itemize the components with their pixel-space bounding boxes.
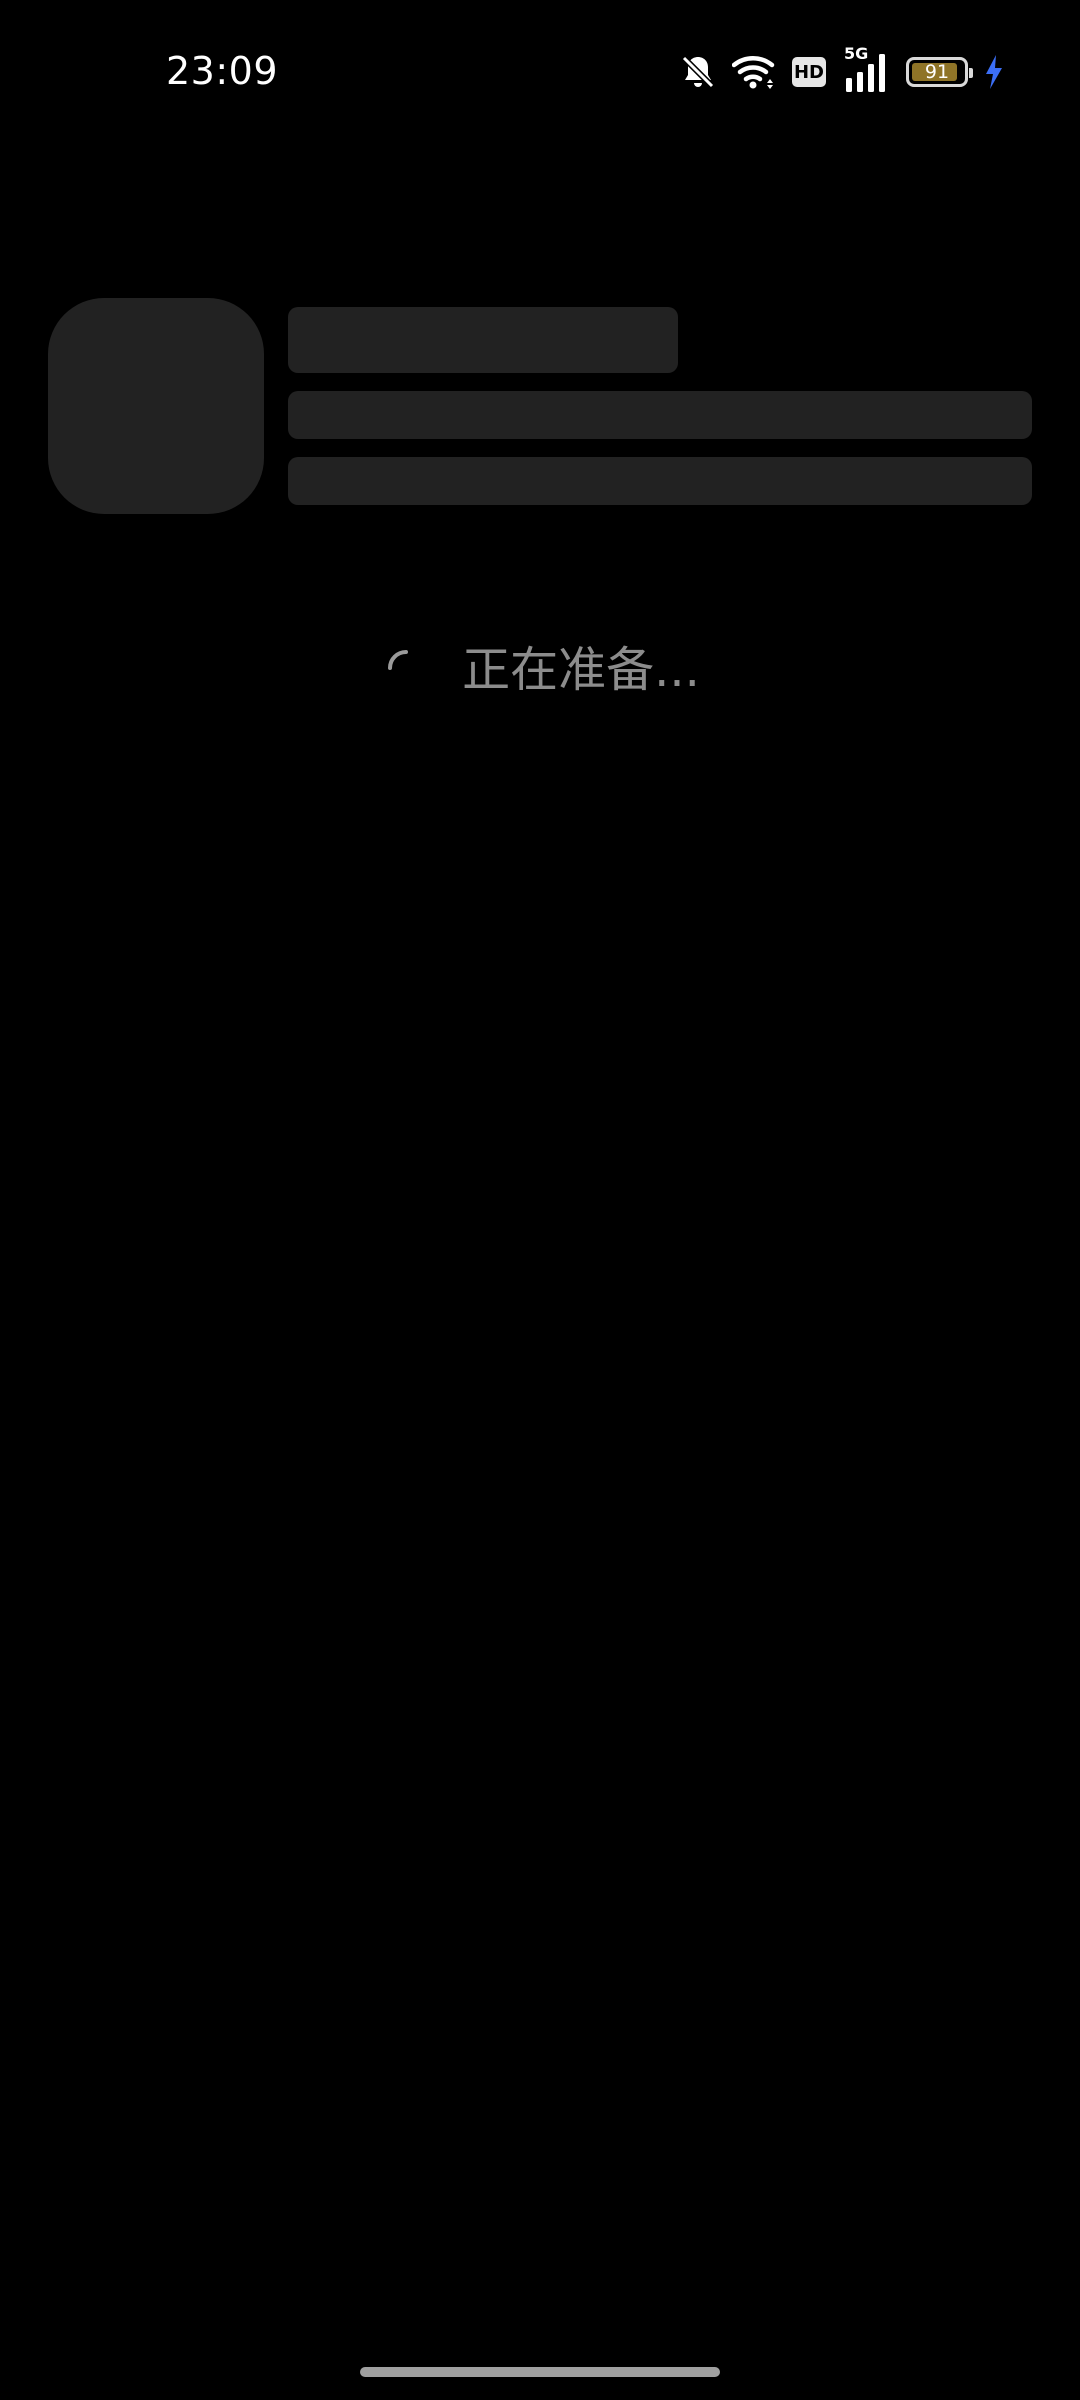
skeleton-line: [288, 457, 1032, 505]
status-time: 23:09: [166, 49, 279, 93]
spinner-icon: [380, 642, 432, 698]
battery-level: 91: [924, 61, 950, 83]
loading-indicator: 正在准备...: [0, 630, 1080, 710]
skeleton-line: [288, 391, 1032, 439]
mute-icon: [680, 52, 716, 92]
status-icons: HD 5G 91: [680, 44, 1004, 94]
hd-icon: HD: [792, 57, 826, 87]
wifi-icon: [732, 53, 776, 91]
status-bar: 23:09 HD 5G 91: [0, 0, 1080, 140]
signal-icon: 5G: [842, 44, 890, 94]
skeleton-app-icon: [48, 298, 264, 514]
loading-text: 正在准备...: [462, 642, 700, 698]
skeleton-title: [288, 307, 678, 373]
charging-icon: [984, 54, 1004, 90]
battery-icon: 91: [906, 57, 973, 87]
home-indicator[interactable]: [360, 2367, 720, 2377]
